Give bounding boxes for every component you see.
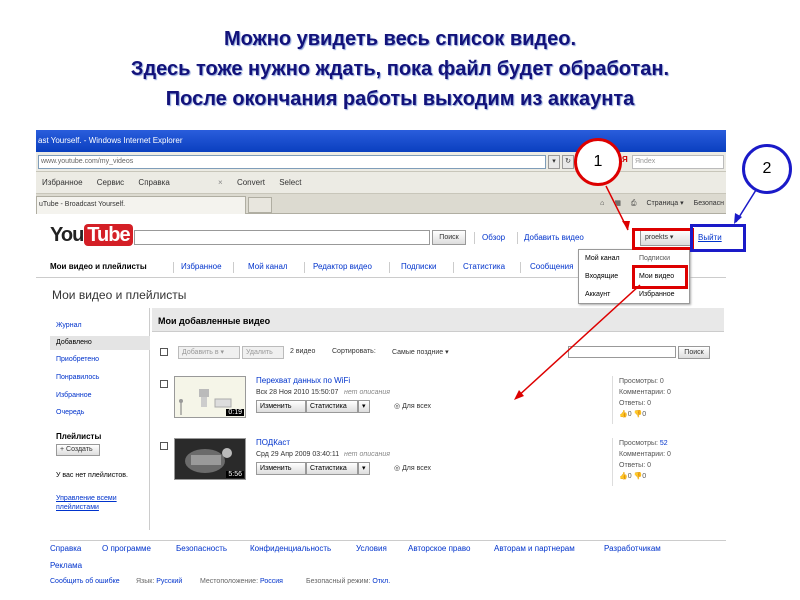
annotation-arrows [514, 185, 757, 400]
arrowhead-icon [622, 221, 630, 230]
callout-1: 1 [574, 138, 622, 186]
callout-2: 2 [742, 144, 792, 194]
arrow-to-videos [515, 284, 641, 399]
